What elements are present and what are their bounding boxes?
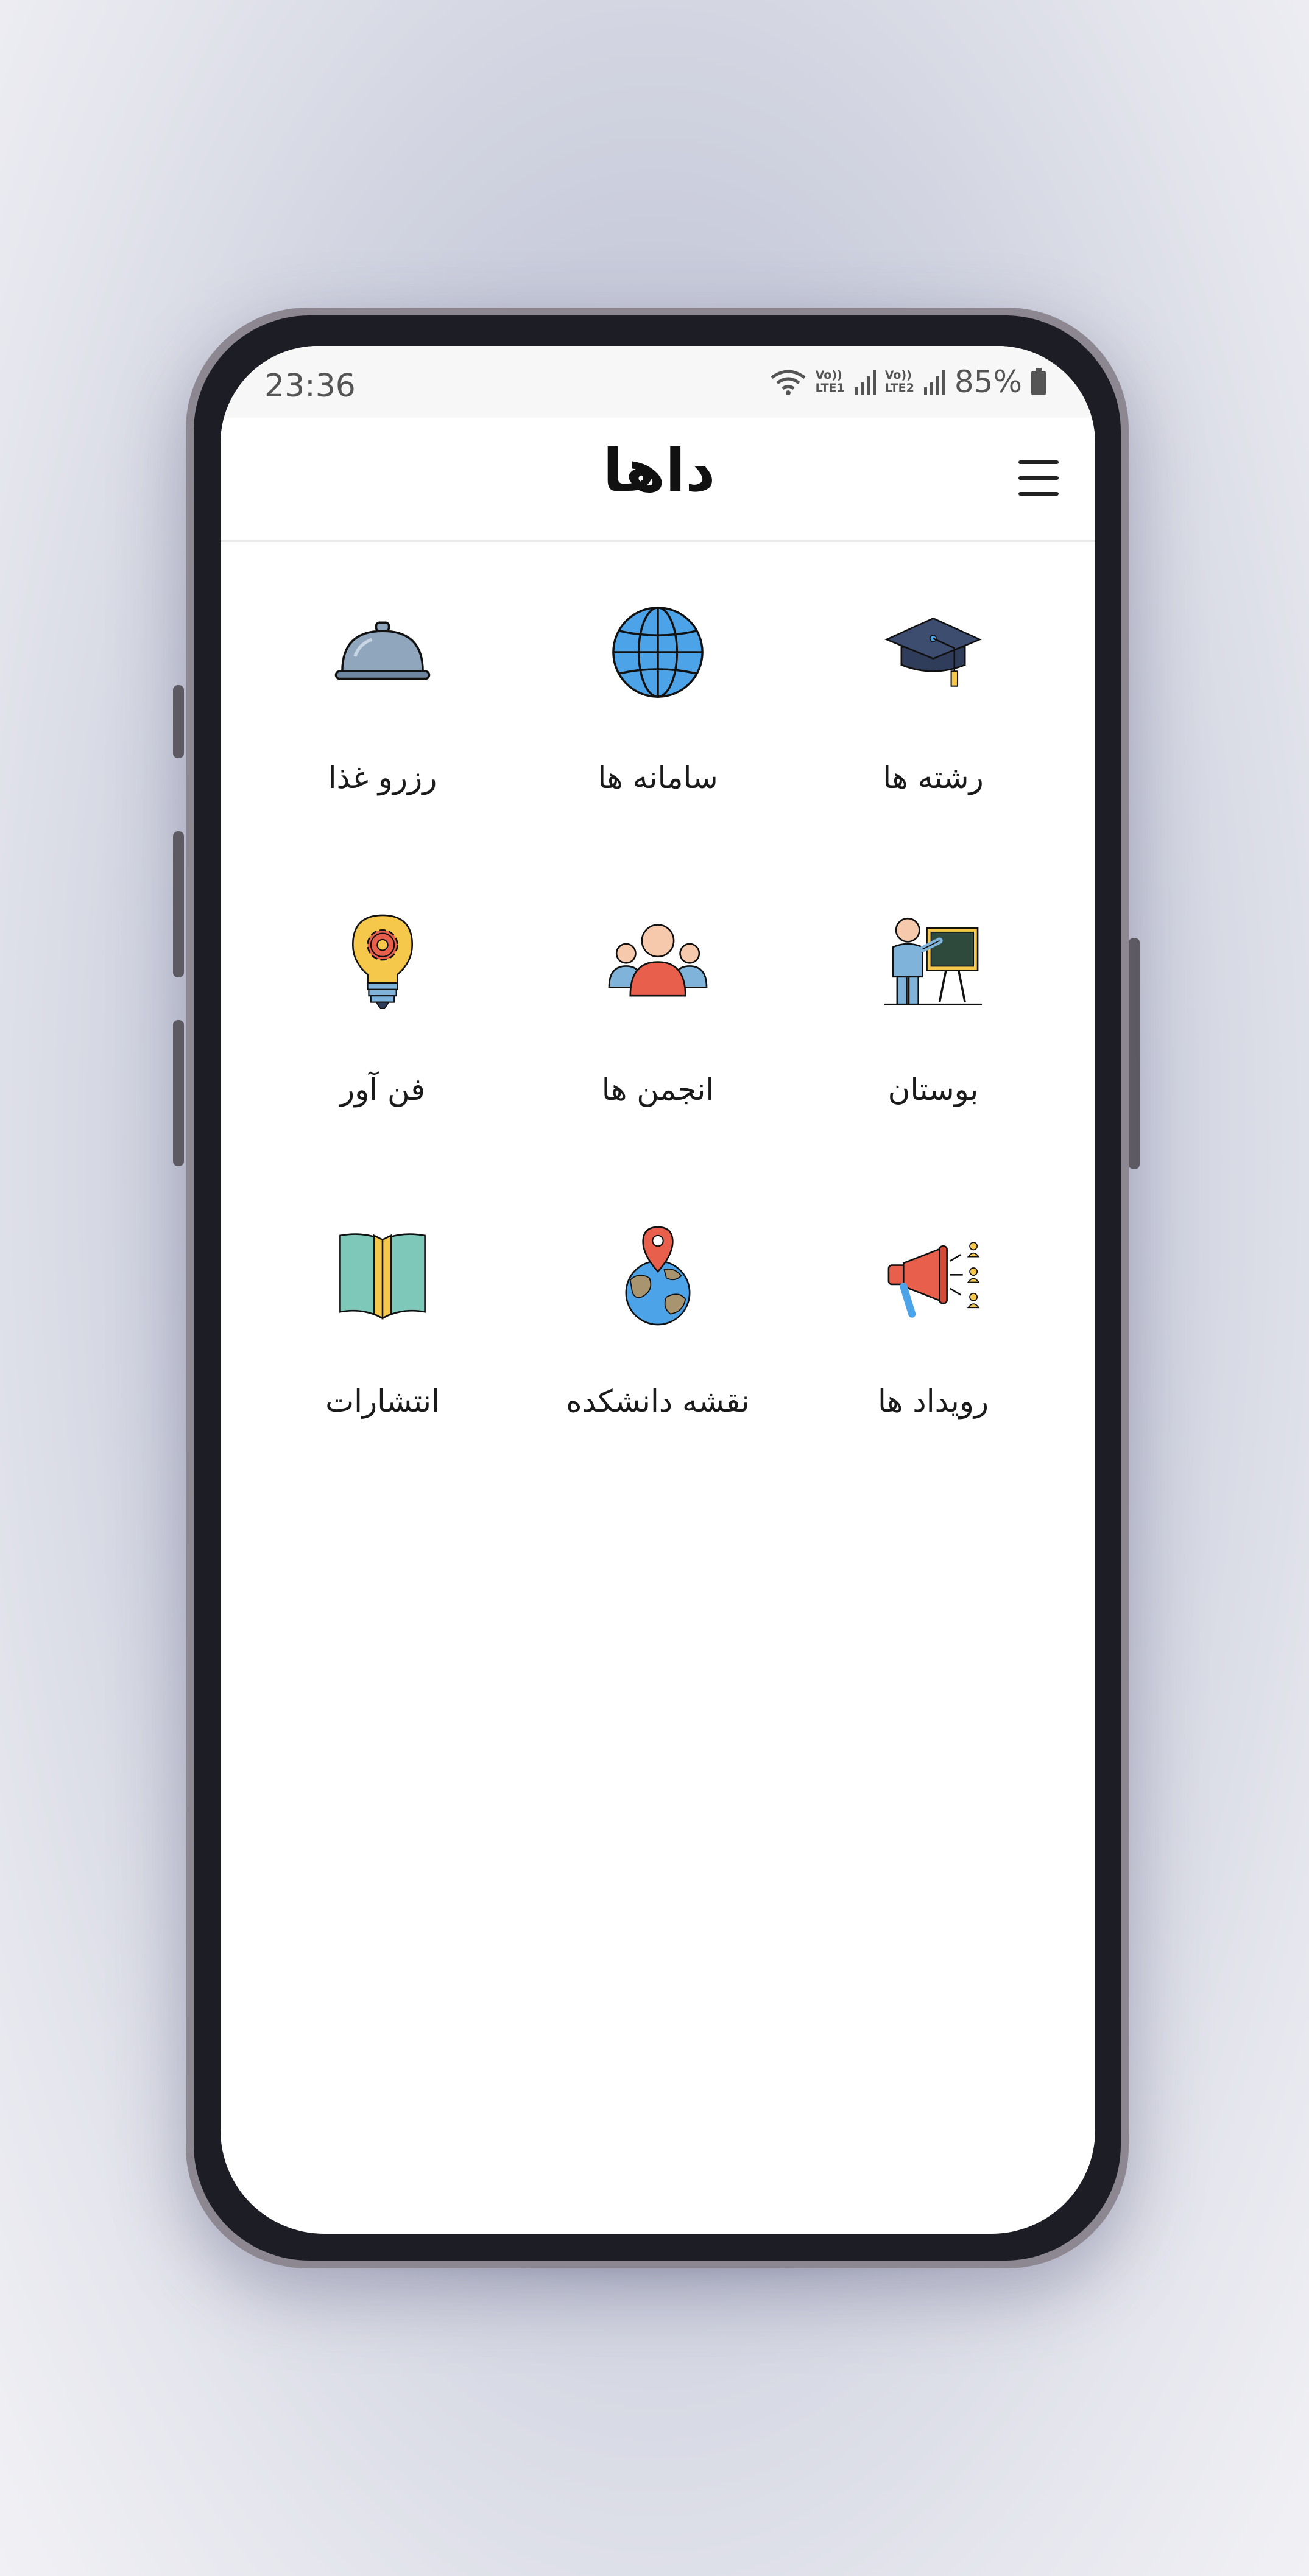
sim2-lte-text: LTE2 [884, 381, 914, 395]
lightbulb-gear-icon [351, 914, 414, 1009]
sim1-tag: Vo)) LTE1 [816, 369, 845, 395]
tile-bustan-label: بوستان [887, 1072, 979, 1107]
phone-side-button-left-1 [173, 685, 184, 758]
graduation-cap-icon [884, 617, 982, 687]
sim2-volte-text: Vo)) [884, 368, 912, 382]
tile-food-reservation-label: رزرو غذا [328, 760, 437, 795]
open-book-icon [339, 1233, 426, 1320]
megaphone-icon [887, 1242, 980, 1318]
logo-text: داها [603, 442, 716, 505]
tile-events[interactable]: رویداد ها [811, 1163, 1055, 1419]
app-logo: داها [603, 442, 716, 505]
tile-systems[interactable]: سامانه ها [536, 540, 780, 795]
tile-systems-label: سامانه ها [598, 760, 718, 795]
app-header: داها [221, 418, 1095, 542]
sim1-lte-text: LTE1 [815, 381, 845, 395]
food-cloche-icon [334, 621, 431, 680]
status-bar: 23:36 Vo)) LTE1 Vo)) LTE2 85% [221, 346, 1095, 418]
battery-icon [1031, 368, 1046, 395]
tile-associations[interactable]: انجمن ها [536, 851, 780, 1107]
tile-faculty-map[interactable]: نقشه دانشکده [536, 1163, 780, 1419]
phone-side-button-left-3 [173, 1020, 184, 1166]
map-pin-globe-icon [625, 1226, 691, 1326]
phone-side-button-right [1129, 938, 1140, 1169]
tile-bustan[interactable]: بوستان [811, 851, 1055, 1107]
teacher-board-icon [884, 917, 983, 1005]
tile-events-label: رویداد ها [877, 1384, 989, 1419]
signal-strength-icon-2 [923, 370, 945, 395]
wifi-icon [771, 370, 806, 395]
tile-fanavar-label: فن آور [339, 1072, 426, 1107]
tile-food-reservation[interactable]: رزرو غذا [261, 540, 504, 795]
sim2-tag: Vo)) LTE2 [885, 369, 914, 395]
phone-screen: 23:36 Vo)) LTE1 Vo)) LTE2 85% داها رشته … [221, 346, 1095, 2234]
tile-publications-label: انتشارات [325, 1384, 440, 1419]
globe-icon [612, 607, 704, 698]
tile-majors[interactable]: رشته ها [811, 540, 1055, 795]
tile-publications[interactable]: انتشارات [261, 1163, 504, 1419]
tile-majors-label: رشته ها [883, 760, 984, 795]
sim1-volte-text: Vo)) [815, 368, 842, 382]
battery-percent: 85% [954, 364, 1022, 399]
phone-side-button-left-2 [173, 831, 184, 977]
tile-associations-label: انجمن ها [601, 1072, 714, 1107]
signal-strength-icon-1 [854, 370, 876, 395]
tile-faculty-map-label: نقشه دانشکده [566, 1384, 750, 1419]
status-icons: Vo)) LTE1 Vo)) LTE2 85% [769, 364, 1046, 399]
people-group-icon [608, 924, 708, 997]
tile-fanavar[interactable]: فن آور [261, 851, 504, 1107]
status-time: 23:36 [264, 368, 356, 404]
hamburger-menu-icon[interactable] [1018, 460, 1059, 496]
